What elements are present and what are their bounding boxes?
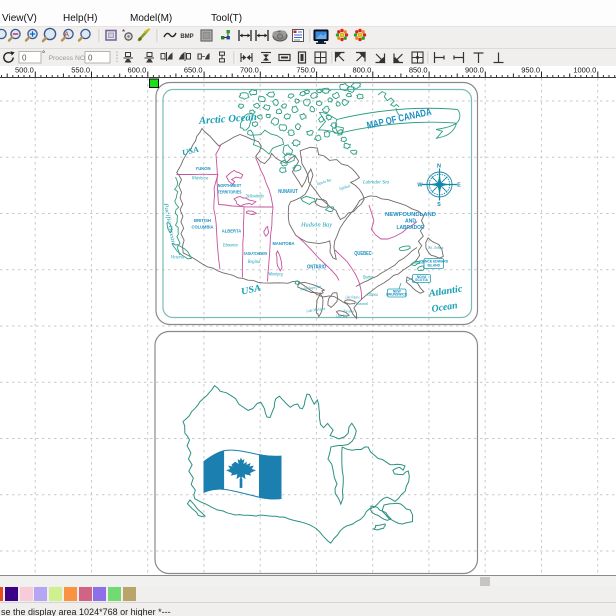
svg-text:QUEBEC: QUEBEC — [354, 251, 372, 257]
svg-text:850.0: 850.0 — [409, 66, 428, 75]
svg-text:W: W — [417, 183, 423, 189]
svg-text:Hudson Bay: Hudson Bay — [300, 222, 332, 229]
svg-text:Ocean: Ocean — [431, 300, 459, 315]
svg-text:ONTARIO: ONTARIO — [307, 265, 326, 271]
svg-text:SCOTIA: SCOTIA — [415, 278, 428, 282]
svg-text:USA: USA — [181, 144, 200, 157]
svg-text:750.0: 750.0 — [296, 66, 315, 75]
svg-text:N: N — [437, 164, 441, 170]
svg-text:Process NO:: Process NO: — [49, 55, 88, 62]
svg-text:*: * — [122, 28, 125, 37]
svg-text:950.0: 950.0 — [521, 66, 540, 75]
svg-text:BRITISH: BRITISH — [194, 218, 211, 224]
svg-text:Whitehorse: Whitehorse — [192, 176, 209, 182]
svg-text:500.0: 500.0 — [15, 66, 34, 75]
svg-text:Repulse Bay: Repulse Bay — [315, 177, 332, 187]
svg-text:SASKATCHEWAN: SASKATCHEWAN — [244, 251, 268, 256]
svg-text:650.0: 650.0 — [184, 66, 203, 75]
svg-text:S: S — [437, 202, 441, 208]
svg-text:900.0: 900.0 — [465, 66, 484, 75]
svg-text:LABRADOR: LABRADOR — [397, 225, 425, 231]
svg-text:COLUMBIA: COLUMBIA — [192, 225, 214, 231]
svg-text:BRUNSWICK: BRUNSWICK — [386, 293, 408, 297]
svg-text:USA: USA — [240, 284, 262, 298]
svg-text:NUNAVUT: NUNAVUT — [278, 189, 297, 195]
svg-text:Montreal: Montreal — [355, 301, 369, 306]
svg-text:600.0: 600.0 — [128, 66, 147, 75]
svg-text:ALBERTA: ALBERTA — [222, 229, 242, 235]
svg-text:550.0: 550.0 — [71, 66, 90, 75]
svg-text:0: 0 — [88, 54, 93, 63]
svg-text:ISLAND: ISLAND — [427, 264, 440, 268]
svg-text:Quebec: Quebec — [363, 276, 374, 281]
svg-text:°: ° — [42, 50, 45, 59]
svg-text:Yellowknife: Yellowknife — [246, 193, 265, 200]
svg-text:TERRITORIES: TERRITORIES — [218, 190, 243, 196]
svg-text:Winnipeg: Winnipeg — [268, 272, 283, 278]
svg-text:St. Johns: St. Johns — [429, 245, 444, 250]
svg-text:800.0: 800.0 — [353, 66, 372, 75]
svg-text:Lake Michigan: Lake Michigan — [305, 306, 325, 314]
svg-text:Lake Erie: Lake Erie — [335, 315, 348, 319]
svg-text:MANITOBA: MANITOBA — [273, 241, 295, 247]
svg-text:Atlantic: Atlantic — [427, 283, 464, 299]
svg-text:MAP OF CANADA: MAP OF CANADA — [366, 107, 433, 132]
svg-text:NORTHWEST: NORTHWEST — [218, 183, 242, 189]
svg-text:0: 0 — [22, 54, 27, 63]
svg-text:Pacific Ocean: Pacific Ocean — [162, 201, 177, 245]
svg-text:BMP: BMP — [180, 34, 193, 40]
svg-text:Iqaluit: Iqaluit — [338, 183, 352, 191]
svg-text:700.0: 700.0 — [240, 66, 259, 75]
svg-text:Labrador Sea: Labrador Sea — [362, 180, 389, 186]
svg-text:Arctic Ocean: Arctic Ocean — [197, 112, 257, 127]
svg-text:Edmonton: Edmonton — [222, 243, 238, 249]
svg-text:Toronto: Toronto — [343, 309, 354, 314]
svg-text:AND: AND — [405, 219, 416, 225]
svg-text:E: E — [457, 183, 461, 189]
svg-text:Regina: Regina — [247, 259, 261, 265]
svg-text:1000.0: 1000.0 — [573, 66, 596, 75]
svg-text:A: A — [64, 32, 69, 39]
svg-text:NEWFOUNDLAND: NEWFOUNDLAND — [385, 212, 436, 218]
svg-text:YUKON: YUKON — [195, 166, 211, 172]
svg-text:Victoria: Victoria — [171, 256, 185, 261]
svg-text:Lake Ontario: Lake Ontario — [345, 296, 360, 300]
svg-text:Ottawa: Ottawa — [367, 293, 378, 298]
